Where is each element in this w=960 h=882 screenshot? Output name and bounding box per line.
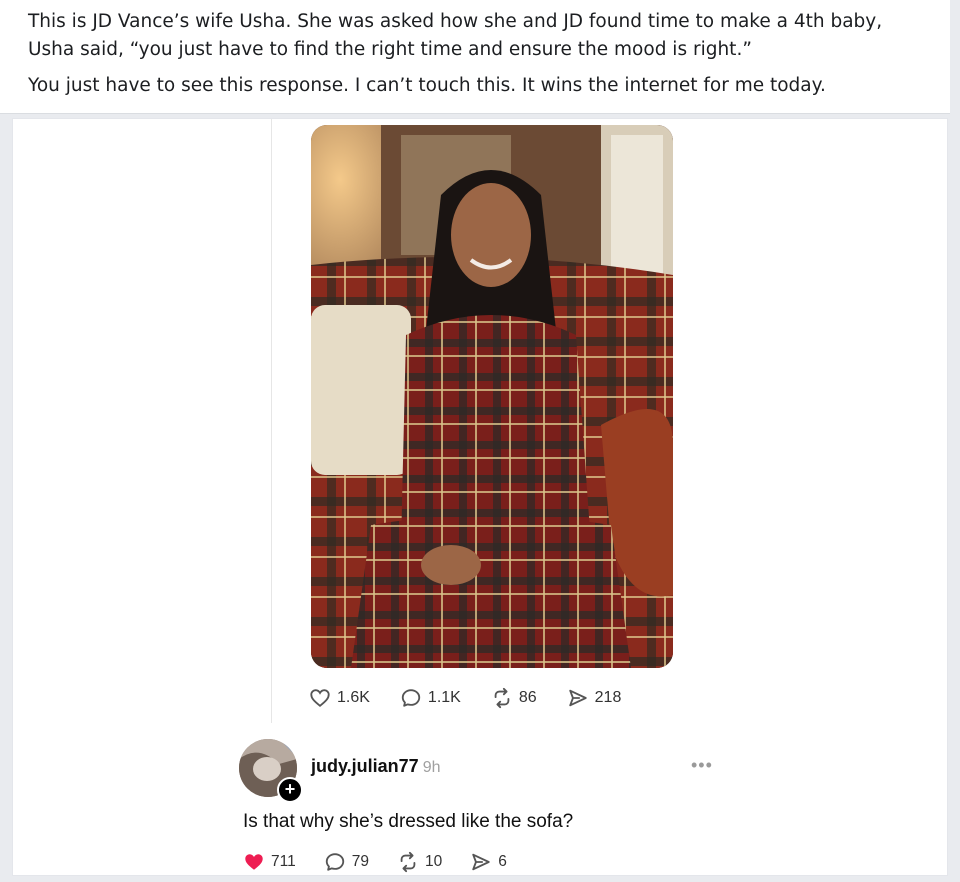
threads-post-card: 1.6K 1.1K 86 218 + judy.julian77 9h ••• … xyxy=(12,118,948,876)
post-share-button[interactable]: 218 xyxy=(567,687,622,709)
photo-illustration xyxy=(311,125,673,668)
send-arrow-icon xyxy=(472,853,490,871)
repost-arrows-icon xyxy=(494,687,510,709)
post-reply-button[interactable]: 1.1K xyxy=(400,687,461,709)
follow-button[interactable]: + xyxy=(277,777,303,803)
heart-icon xyxy=(245,854,263,870)
reply-share-button[interactable]: 6 xyxy=(470,851,507,873)
post-photo[interactable] xyxy=(311,125,673,668)
post-caption: This is JD Vance’s wife Usha. She was as… xyxy=(0,0,950,114)
speech-bubble-icon xyxy=(325,853,344,871)
reply-share-count: 6 xyxy=(498,853,507,870)
post-reply-count: 1.1K xyxy=(427,689,461,706)
caption-line-1: This is JD Vance’s wife Usha. She was as… xyxy=(28,11,883,60)
heart-icon xyxy=(310,689,330,707)
post-like-count: 1.6K xyxy=(337,689,370,706)
reply-reply-count: 79 xyxy=(351,853,369,870)
reply-repost-count: 10 xyxy=(424,853,443,870)
caption-line-2: You just have to see this response. I ca… xyxy=(28,75,826,96)
reply-like-button[interactable]: 711 xyxy=(243,851,296,873)
more-dots-icon[interactable]: ••• xyxy=(691,755,713,776)
post-repost-button[interactable]: 86 xyxy=(491,687,537,709)
send-arrow-icon xyxy=(568,689,587,707)
post-stats-bar: 1.6K 1.1K 86 218 xyxy=(309,685,651,711)
post-repost-count: 86 xyxy=(518,689,537,706)
reply-like-count: 711 xyxy=(271,853,296,870)
speech-bubble-icon xyxy=(401,689,421,707)
thread-line xyxy=(271,119,272,723)
reply-timestamp: 9h xyxy=(422,759,441,776)
repost-arrows-icon xyxy=(400,851,416,873)
reply-repost-button[interactable]: 10 xyxy=(397,851,442,873)
reply-username[interactable]: judy.julian77 xyxy=(311,756,419,776)
reply-text: Is that why she’s dressed like the sofa? xyxy=(243,811,574,832)
reply-header: judy.julian77 9h xyxy=(311,756,441,777)
reply-stats-bar: 711 79 10 6 xyxy=(243,849,535,875)
post-share-count: 218 xyxy=(594,689,622,706)
reply-reply-button[interactable]: 79 xyxy=(324,851,369,873)
post-like-button[interactable]: 1.6K xyxy=(309,687,370,709)
